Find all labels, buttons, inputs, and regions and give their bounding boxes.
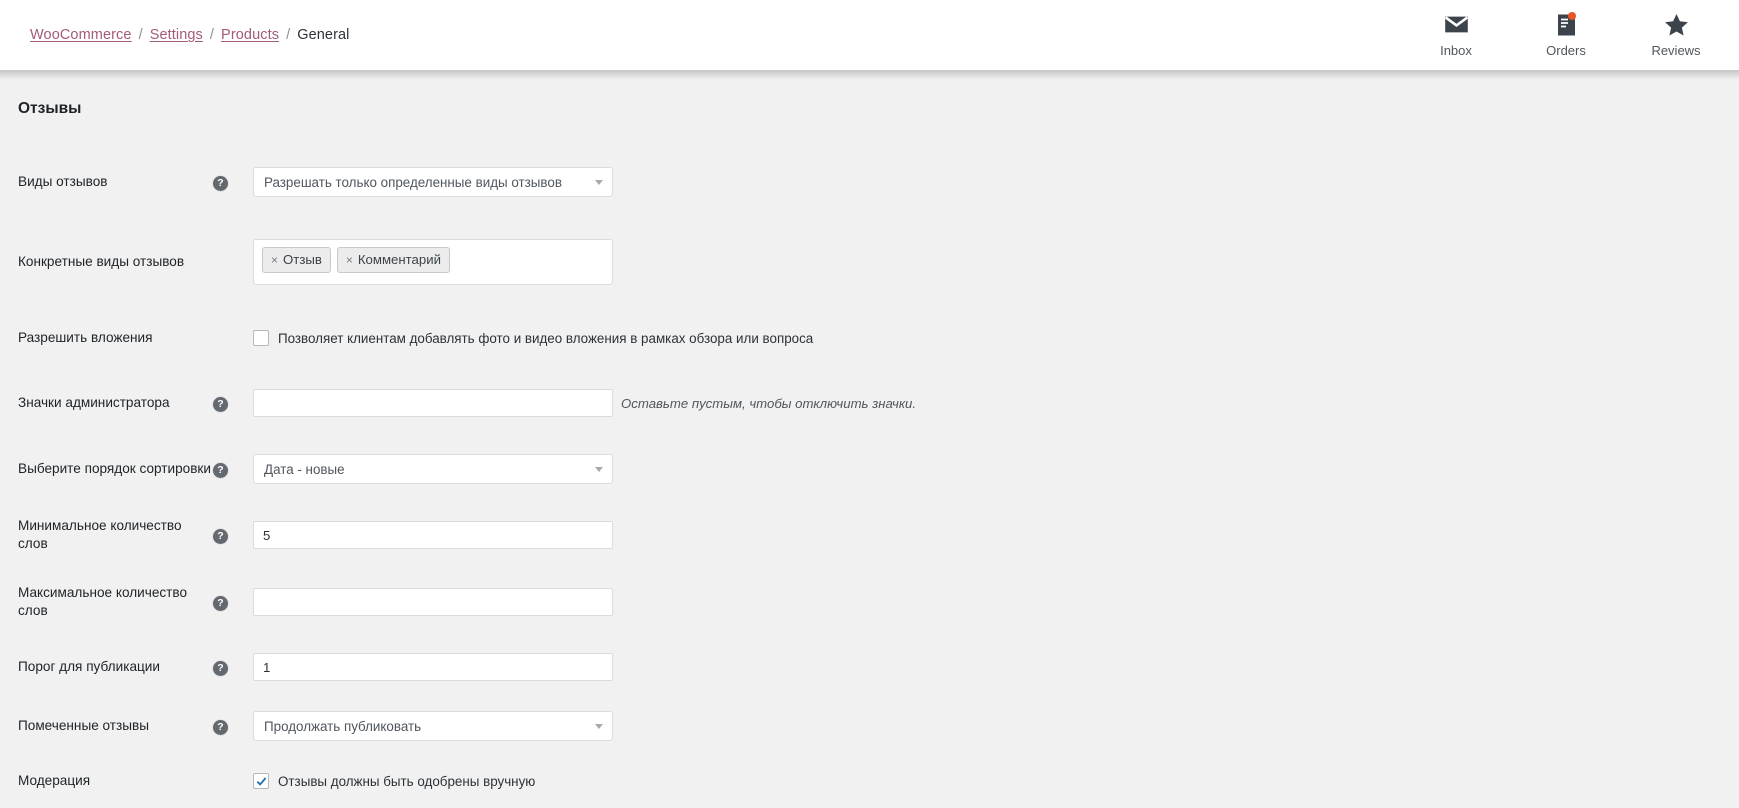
page-title: Отзывы [18, 100, 82, 117]
moderation-description: Отзывы должны быть одобрены вручную [278, 773, 536, 789]
breadcrumb: WooCommerce / Settings / Products / Gene… [30, 27, 350, 43]
row-review-types: Виды отзывов ? Разрешать только определе… [0, 146, 1739, 218]
sort-order-select-value: Дата - новые [264, 461, 345, 477]
help-icon[interactable]: ? [213, 528, 228, 544]
help-icon[interactable]: ? [213, 660, 228, 676]
sort-order-select[interactable]: Дата - новые [253, 454, 613, 484]
label-max-words: Максимальное количество слов [18, 584, 188, 618]
label-min-words: Минимальное количество слов [18, 517, 182, 551]
chevron-down-icon [595, 724, 603, 729]
row-moderation: Модерация Отзывы должны быть одобрены вр… [0, 754, 1739, 808]
star-icon [1664, 13, 1689, 37]
allow-attachments-description: Позволяет клиентам добавлять фото и виде… [278, 330, 814, 346]
flagged-reviews-select[interactable]: Продолжать публиковать [253, 711, 613, 741]
app-header: WooCommerce / Settings / Products / Gene… [0, 0, 1739, 80]
review-types-select-value: Разрешать только определенные виды отзыв… [264, 174, 562, 190]
label-allow-attachments: Разрешить вложения [18, 329, 153, 345]
help-icon[interactable]: ? [213, 175, 228, 191]
breadcrumb-separator: / [286, 27, 291, 43]
header-action-inbox[interactable]: Inbox [1425, 13, 1487, 58]
review-types-select[interactable]: Разрешать только определенные виды отзыв… [253, 167, 613, 197]
publish-threshold-input[interactable] [253, 653, 613, 681]
envelope-icon [1444, 13, 1469, 37]
specific-types-token-field[interactable]: × Отзыв × Комментарий [253, 239, 613, 285]
label-publish-threshold: Порог для публикации [18, 658, 160, 674]
help-icon[interactable]: ? [213, 719, 228, 735]
header-action-orders[interactable]: Orders [1535, 11, 1597, 58]
breadcrumb-separator: / [138, 27, 143, 43]
token-label: Комментарий [357, 252, 441, 267]
header-action-label: Reviews [1651, 42, 1701, 58]
breadcrumb-item-products[interactable]: Products [221, 27, 279, 43]
header-action-label: Orders [1546, 42, 1586, 58]
admin-badges-input[interactable] [253, 389, 613, 417]
breadcrumb-item-general: General [297, 27, 350, 43]
orders-badge-dot [1567, 11, 1576, 20]
allow-attachments-checkbox[interactable] [253, 330, 269, 346]
help-icon[interactable]: ? [213, 595, 228, 611]
label-sort-order: Выберите порядок сортировки [18, 460, 211, 476]
chevron-down-icon [595, 467, 603, 472]
admin-badges-hint: Оставьте пустым, чтобы отключить значки. [621, 395, 917, 411]
label-admin-badges: Значки администратора [18, 394, 170, 410]
token-remove-icon[interactable]: × [346, 251, 353, 269]
row-allow-attachments: Разрешить вложения Позволяет клиентам до… [0, 306, 1739, 370]
moderation-checkbox[interactable] [253, 773, 269, 789]
token-item[interactable]: × Отзыв [262, 247, 331, 273]
row-publish-threshold: Порог для публикации ? [0, 636, 1739, 698]
row-flagged-reviews: Помеченные отзывы ? Продолжать публикова… [0, 698, 1739, 754]
row-admin-badges: Значки администратора ? Оставьте пустым,… [0, 370, 1739, 436]
breadcrumb-item-woocommerce[interactable]: WooCommerce [30, 27, 132, 43]
label-review-types: Виды отзывов [18, 173, 108, 189]
label-flagged-reviews: Помеченные отзывы [18, 717, 150, 733]
header-action-label: Inbox [1440, 42, 1472, 58]
label-specific-types: Конкретные виды отзывов [18, 253, 185, 269]
breadcrumb-separator: / [209, 27, 215, 43]
breadcrumb-item-settings[interactable]: Settings [150, 27, 203, 43]
label-moderation: Модерация [18, 772, 91, 788]
reviews-settings-table: Виды отзывов ? Разрешать только определе… [0, 146, 1739, 808]
row-sort-order: Выберите порядок сортировки ? Дата - нов… [0, 436, 1739, 502]
settings-body: Отзывы Виды отзывов ? Разрешать только о… [0, 70, 1739, 808]
help-icon[interactable]: ? [213, 462, 228, 478]
header-action-reviews[interactable]: Reviews [1645, 13, 1707, 58]
chevron-down-icon [595, 180, 603, 185]
help-icon[interactable]: ? [213, 396, 228, 412]
min-words-input[interactable] [253, 521, 613, 549]
orders-document-icon [1556, 11, 1577, 37]
flagged-reviews-select-value: Продолжать публиковать [264, 718, 422, 734]
check-icon [256, 776, 266, 786]
token-item[interactable]: × Комментарий [336, 247, 450, 273]
token-remove-icon[interactable]: × [271, 251, 278, 269]
row-specific-types: Конкретные виды отзывов × Отзыв × Коммен… [0, 218, 1739, 306]
max-words-input[interactable] [253, 588, 613, 616]
token-label: Отзыв [283, 252, 322, 267]
row-max-words: Максимальное количество слов ? [0, 568, 1739, 636]
header-actions: Inbox Orders Reviews [1425, 11, 1713, 58]
row-min-words: Минимальное количество слов ? [0, 502, 1739, 568]
